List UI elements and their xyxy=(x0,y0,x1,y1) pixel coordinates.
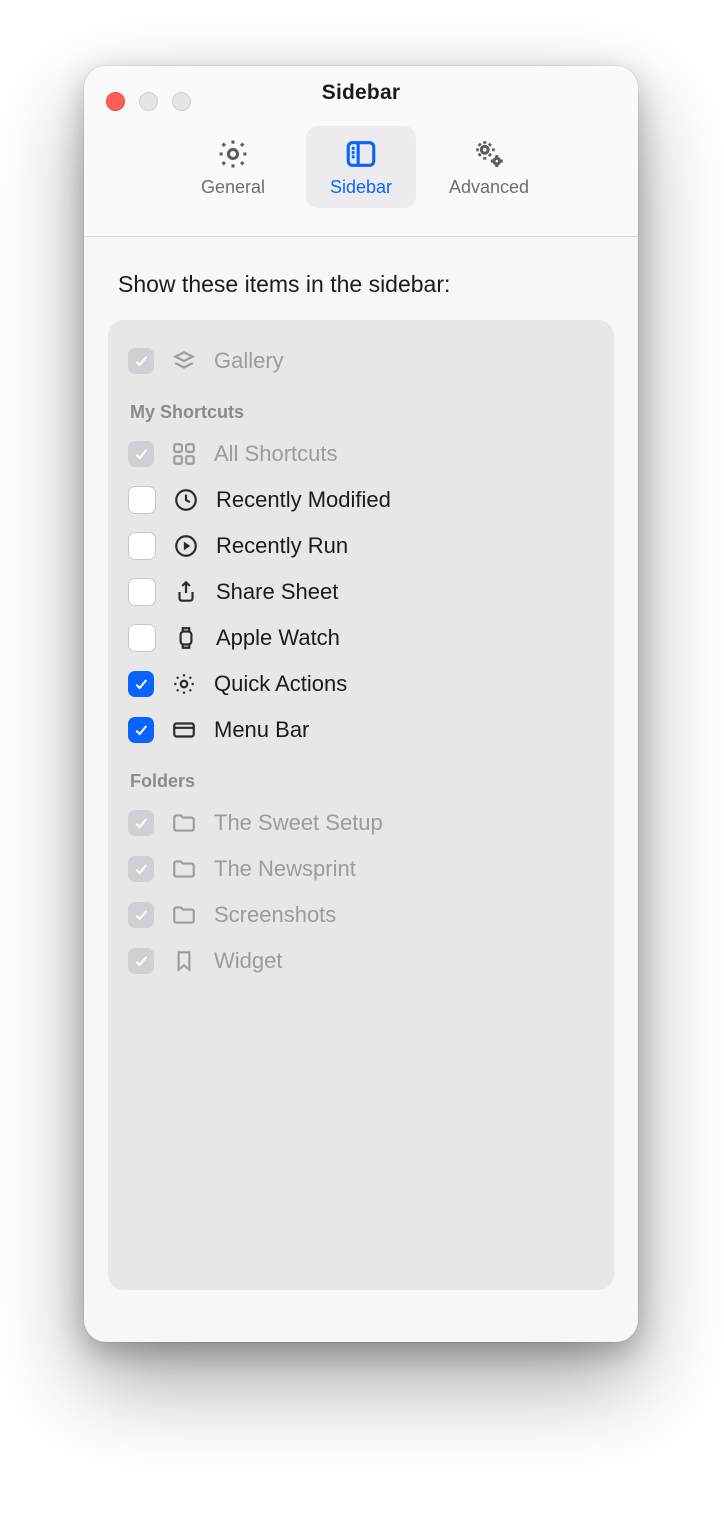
folder-icon xyxy=(170,855,198,883)
checkbox-newsprint[interactable] xyxy=(128,856,154,882)
menubar-icon xyxy=(170,716,198,744)
checkbox-apple-watch[interactable] xyxy=(128,624,156,652)
row-recently-modified: Recently Modified xyxy=(128,477,594,523)
play-circle-icon xyxy=(172,532,200,560)
row-label: Screenshots xyxy=(214,902,336,928)
section-heading: Show these items in the sidebar: xyxy=(118,271,614,298)
row-label: Gallery xyxy=(214,348,284,374)
bookmark-icon xyxy=(170,947,198,975)
zoom-window-button[interactable] xyxy=(172,92,191,111)
preferences-window: Sidebar General Sidebar Advanced xyxy=(84,66,638,1342)
preferences-toolbar: General Sidebar Advanced xyxy=(84,114,638,237)
watch-icon xyxy=(172,624,200,652)
grid-icon xyxy=(170,440,198,468)
row-label: Apple Watch xyxy=(216,625,340,651)
row-menu-bar: Menu Bar xyxy=(128,707,594,753)
row-screenshots: Screenshots xyxy=(128,892,594,938)
row-label: The Newsprint xyxy=(214,856,356,882)
gear-icon xyxy=(216,137,250,171)
section-folders: Folders xyxy=(130,771,594,792)
window-title: Sidebar xyxy=(322,81,400,105)
row-all-shortcuts: All Shortcuts xyxy=(128,431,594,477)
checkbox-quick-actions[interactable] xyxy=(128,671,154,697)
row-share-sheet: Share Sheet xyxy=(128,569,594,615)
tab-sidebar[interactable]: Sidebar xyxy=(306,126,416,208)
clock-icon xyxy=(172,486,200,514)
row-label: All Shortcuts xyxy=(214,441,338,467)
close-window-button[interactable] xyxy=(106,92,125,111)
tab-general[interactable]: General xyxy=(178,126,288,208)
row-label: Quick Actions xyxy=(214,671,347,697)
tab-advanced[interactable]: Advanced xyxy=(434,126,544,208)
row-newsprint: The Newsprint xyxy=(128,846,594,892)
traffic-lights xyxy=(106,92,191,111)
gear-small-icon xyxy=(170,670,198,698)
row-label: Recently Run xyxy=(216,533,348,559)
checkbox-sweet-setup[interactable] xyxy=(128,810,154,836)
row-apple-watch: Apple Watch xyxy=(128,615,594,661)
row-label: Menu Bar xyxy=(214,717,309,743)
folder-icon xyxy=(170,809,198,837)
row-label: Recently Modified xyxy=(216,487,391,513)
checkbox-screenshots[interactable] xyxy=(128,902,154,928)
checkbox-widget[interactable] xyxy=(128,948,154,974)
checkbox-menu-bar[interactable] xyxy=(128,717,154,743)
row-label: The Sweet Setup xyxy=(214,810,383,836)
tab-advanced-label: Advanced xyxy=(449,177,529,198)
sidebar-icon xyxy=(344,137,378,171)
row-gallery: Gallery xyxy=(128,338,594,384)
gallery-icon xyxy=(170,347,198,375)
row-label: Share Sheet xyxy=(216,579,338,605)
row-widget: Widget xyxy=(128,938,594,984)
row-label: Widget xyxy=(214,948,282,974)
folder-icon xyxy=(170,901,198,929)
minimize-window-button[interactable] xyxy=(139,92,158,111)
checkbox-gallery xyxy=(128,348,154,374)
tab-general-label: General xyxy=(201,177,265,198)
share-icon xyxy=(172,578,200,606)
tab-sidebar-label: Sidebar xyxy=(330,177,392,198)
row-quick-actions: Quick Actions xyxy=(128,661,594,707)
checkbox-share-sheet[interactable] xyxy=(128,578,156,606)
row-recently-run: Recently Run xyxy=(128,523,594,569)
checkbox-recently-run[interactable] xyxy=(128,532,156,560)
section-my-shortcuts: My Shortcuts xyxy=(130,402,594,423)
gears-icon xyxy=(472,137,506,171)
content-area: Show these items in the sidebar: Gallery… xyxy=(84,237,638,1310)
checkbox-all-shortcuts xyxy=(128,441,154,467)
checkbox-recently-modified[interactable] xyxy=(128,486,156,514)
sidebar-items-panel: Gallery My Shortcuts All Shortcuts Recen… xyxy=(108,320,614,1290)
row-sweet-setup: The Sweet Setup xyxy=(128,800,594,846)
